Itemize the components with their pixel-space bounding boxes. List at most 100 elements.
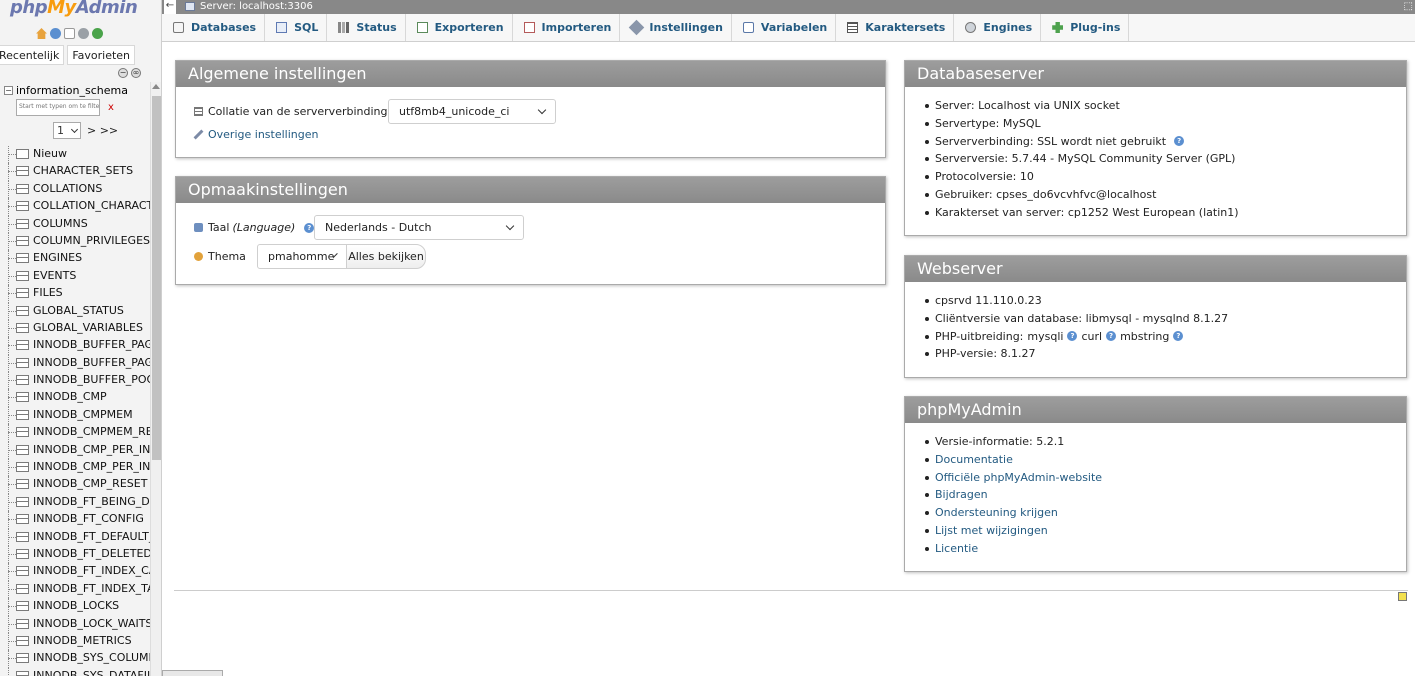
table-icon[interactable] bbox=[16, 653, 29, 664]
phpmyadmin-logo[interactable]: phpMyAdmin bbox=[10, 0, 138, 18]
table-icon[interactable] bbox=[16, 357, 29, 368]
table-icon[interactable] bbox=[16, 183, 29, 194]
gear-icon[interactable] bbox=[78, 28, 89, 39]
table-icon[interactable] bbox=[16, 288, 29, 299]
table-item[interactable]: ENGINES bbox=[0, 250, 150, 268]
table-item[interactable]: COLUMN_PRIVILEGES bbox=[0, 232, 150, 251]
database-name[interactable]: information_schema bbox=[16, 84, 128, 97]
pma-link[interactable]: Lijst met wijzigingen bbox=[935, 522, 1048, 540]
reload-icon[interactable] bbox=[92, 28, 103, 39]
help-icon[interactable]: ? bbox=[304, 222, 315, 233]
table-icon[interactable] bbox=[16, 235, 29, 246]
table-item[interactable]: FILES bbox=[0, 285, 150, 303]
table-name[interactable]: Nieuw bbox=[33, 147, 67, 160]
help-icon[interactable]: ? bbox=[1067, 331, 1078, 342]
table-icon[interactable] bbox=[16, 253, 29, 264]
tab-karaktersets[interactable]: Karaktersets bbox=[836, 14, 955, 41]
table-name[interactable]: INNODB_METRICS bbox=[33, 634, 132, 647]
tab-status[interactable]: Status bbox=[327, 14, 406, 41]
table-name[interactable]: COLLATION_CHARACTER_SET_APPLICABILITY bbox=[33, 199, 161, 212]
server-breadcrumb[interactable]: Server: localhost:3306 bbox=[200, 0, 313, 13]
expand-collapse-icon[interactable]: − bbox=[4, 86, 13, 95]
nav-scrollbar-thumb[interactable] bbox=[152, 96, 161, 460]
help-icon[interactable]: ? bbox=[1106, 331, 1117, 342]
language-select[interactable]: Nederlands - Dutch bbox=[314, 215, 524, 240]
pma-link-item[interactable]: Officiële phpMyAdmin-website bbox=[924, 469, 1102, 487]
table-icon[interactable] bbox=[16, 496, 29, 507]
collation-select[interactable]: utf8mb4_unicode_ci bbox=[388, 99, 556, 124]
console-tab[interactable] bbox=[162, 670, 223, 676]
table-item[interactable]: INNODB_SYS_COLUMNS bbox=[0, 650, 161, 668]
table-name[interactable]: INNODB_CMPMEM bbox=[33, 408, 133, 421]
console-icon[interactable] bbox=[1398, 592, 1407, 601]
table-name[interactable]: INNODB_BUFFER_POOL_STATS bbox=[33, 373, 161, 386]
table-name[interactable]: CHARACTER_SETS bbox=[33, 164, 133, 177]
table-item[interactable]: GLOBAL_STATUS bbox=[0, 302, 150, 320]
tab-plug-ins[interactable]: Plug-ins bbox=[1041, 14, 1130, 41]
scroll-up-icon[interactable] bbox=[152, 84, 160, 89]
next-page-link[interactable]: > >> bbox=[87, 124, 118, 137]
more-settings-link[interactable]: Overige instellingen bbox=[208, 128, 318, 141]
table-name[interactable]: INNODB_BUFFER_PAGE_LRU bbox=[33, 356, 161, 369]
table-icon[interactable] bbox=[16, 392, 29, 403]
pma-link-item[interactable]: Lijst met wijzigingen bbox=[924, 522, 1102, 540]
table-name[interactable]: INNODB_FT_DELETED bbox=[33, 547, 152, 560]
table-item[interactable]: COLLATION_CHARACTER_SET_APPLICABILITY bbox=[0, 198, 161, 216]
home-icon[interactable] bbox=[36, 28, 47, 39]
table-item[interactable]: INNODB_CMP bbox=[0, 389, 150, 407]
documentation-icon[interactable] bbox=[64, 28, 75, 39]
theme-select[interactable]: pmahomme bbox=[257, 244, 347, 269]
table-name[interactable]: INNODB_FT_INDEX_TABLE bbox=[33, 582, 161, 595]
logout-icon[interactable] bbox=[50, 28, 61, 39]
table-item[interactable]: COLLATIONS bbox=[0, 180, 150, 199]
table-icon[interactable] bbox=[16, 444, 29, 455]
table-icon[interactable] bbox=[16, 166, 29, 177]
table-item[interactable]: INNODB_LOCK_WAITS bbox=[0, 615, 152, 633]
pma-link[interactable]: Officiële phpMyAdmin-website bbox=[935, 469, 1102, 487]
back-arrow-icon[interactable]: ← bbox=[164, 0, 176, 14]
pma-link[interactable]: Bijdragen bbox=[935, 486, 988, 504]
tab-importeren[interactable]: Importeren bbox=[513, 14, 621, 41]
table-item[interactable]: INNODB_BUFFER_PAGE_LRU bbox=[0, 354, 161, 373]
pma-link-item[interactable]: Bijdragen bbox=[924, 486, 1102, 504]
table-icon[interactable] bbox=[16, 670, 29, 676]
table-name[interactable]: COLUMNS bbox=[33, 217, 88, 230]
table-name[interactable]: INNODB_CMP_RESET bbox=[33, 477, 147, 490]
table-name[interactable]: INNODB_CMP bbox=[33, 390, 107, 403]
pma-link[interactable]: Licentie bbox=[935, 540, 978, 558]
table-icon[interactable] bbox=[16, 618, 29, 629]
table-icon[interactable] bbox=[16, 322, 29, 333]
table-name[interactable]: INNODB_LOCKS bbox=[33, 599, 119, 612]
table-name[interactable]: INNODB_FT_DEFAULT_STOPWORD bbox=[33, 530, 161, 543]
clear-filter-icon[interactable]: x bbox=[108, 102, 114, 113]
tab-variabelen[interactable]: Variabelen bbox=[732, 14, 837, 41]
maximize-icon[interactable]: ⬚ bbox=[1404, 0, 1413, 13]
table-name[interactable]: COLUMN_PRIVILEGES bbox=[33, 234, 150, 247]
table-icon[interactable] bbox=[16, 635, 29, 646]
table-name[interactable]: EVENTS bbox=[33, 269, 76, 282]
table-item[interactable]: INNODB_FT_INDEX_TABLE bbox=[0, 580, 161, 599]
table-name[interactable]: INNODB_LOCK_WAITS bbox=[33, 617, 152, 630]
table-item[interactable]: INNODB_CMP_PER_INDEX bbox=[0, 441, 161, 460]
table-icon[interactable] bbox=[16, 305, 29, 316]
help-icon[interactable]: ? bbox=[1173, 331, 1184, 342]
recent-tab[interactable]: Recentelijk bbox=[0, 45, 65, 65]
table-icon[interactable] bbox=[16, 427, 29, 438]
pma-link-item[interactable]: Documentatie bbox=[924, 451, 1102, 469]
table-name[interactable]: INNODB_SYS_COLUMNS bbox=[33, 651, 161, 664]
table-icon[interactable] bbox=[16, 566, 29, 577]
table-name[interactable]: INNODB_FT_INDEX_CACHE bbox=[33, 564, 161, 577]
table-item[interactable]: INNODB_FT_DEFAULT_STOPWORD bbox=[0, 528, 161, 546]
collapse-all-icon[interactable]: − bbox=[118, 68, 128, 78]
table-icon[interactable] bbox=[16, 462, 29, 473]
table-item[interactable]: CHARACTER_SETS bbox=[0, 163, 150, 181]
help-icon[interactable]: ? bbox=[1174, 136, 1185, 147]
table-item[interactable]: INNODB_FT_CONFIG bbox=[0, 511, 150, 529]
table-name[interactable]: INNODB_CMP_PER_INDEX_RESET bbox=[33, 460, 161, 473]
table-icon[interactable] bbox=[16, 270, 29, 281]
table-icon[interactable] bbox=[16, 479, 29, 490]
nav-scrollbar[interactable] bbox=[150, 82, 161, 676]
tab-instellingen[interactable]: Instellingen bbox=[620, 14, 732, 41]
table-icon[interactable] bbox=[16, 218, 29, 229]
pma-link-item[interactable]: Ondersteuning krijgen bbox=[924, 504, 1102, 522]
